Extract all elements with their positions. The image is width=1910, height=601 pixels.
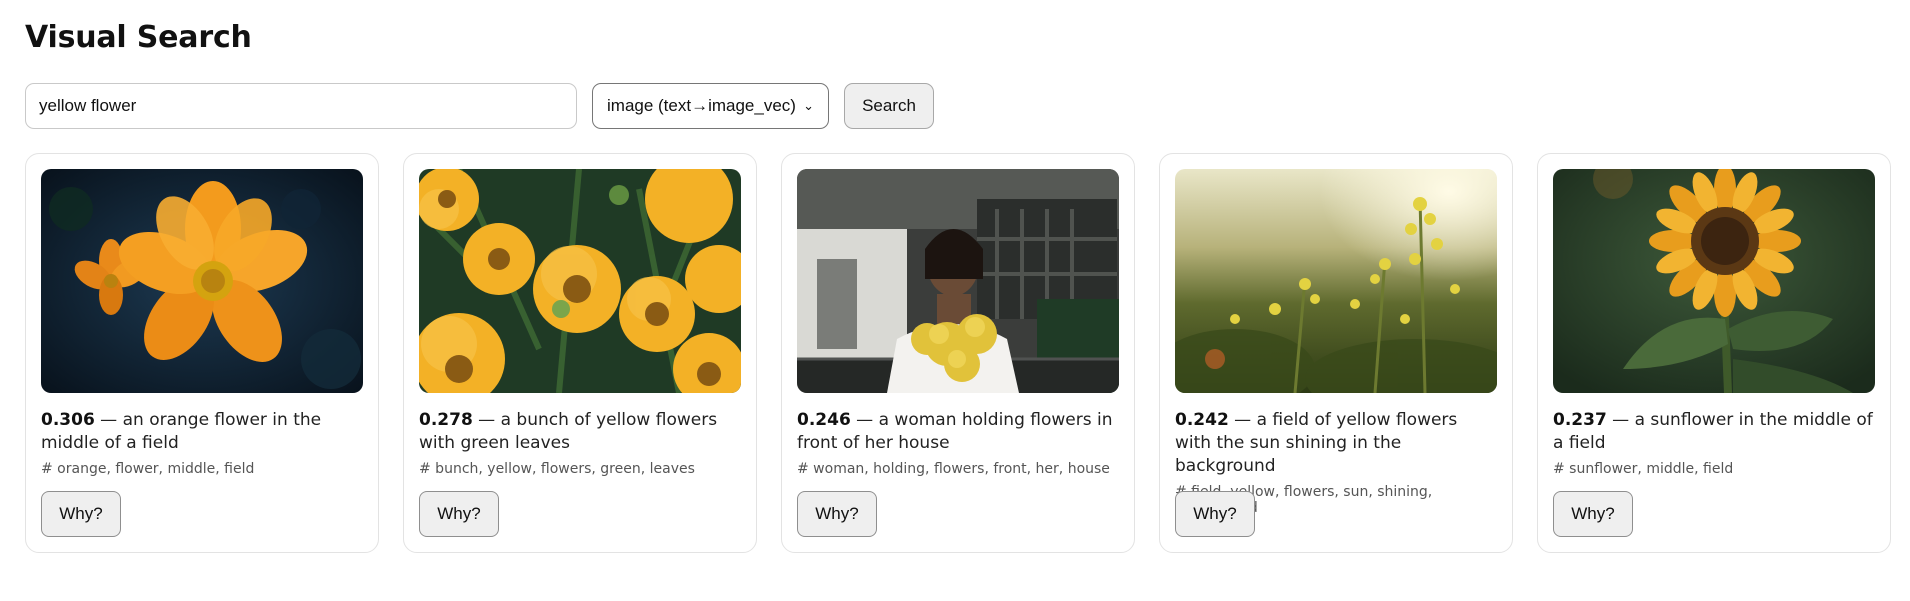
- result-tags: # sunflower, middle, field: [1553, 461, 1734, 477]
- sunflower-image[interactable]: [1553, 169, 1875, 393]
- results-grid: 0.306 — an orange flower in the middle o…: [25, 153, 1891, 553]
- result-tags: # bunch, yellow, flowers, green, leaves: [419, 461, 695, 477]
- caption-separator: —: [472, 410, 501, 430]
- result-card: 0.242 — a field of yellow flowers with t…: [1159, 153, 1513, 553]
- why-button[interactable]: Why?: [797, 491, 877, 537]
- result-score: 0.246: [797, 410, 851, 430]
- yellow-flowers-image[interactable]: [419, 169, 741, 393]
- result-score: 0.306: [41, 410, 95, 430]
- why-button[interactable]: Why?: [1175, 491, 1255, 537]
- search-bar: image (text→image_vec) ⌄ Search: [25, 83, 934, 129]
- why-button[interactable]: Why?: [1553, 491, 1633, 537]
- why-button[interactable]: Why?: [419, 491, 499, 537]
- result-caption: 0.278 — a bunch of yellow flowers with g…: [419, 409, 741, 455]
- mode-select[interactable]: image (text→image_vec) ⌄: [592, 83, 829, 129]
- orange-flower-image[interactable]: [41, 169, 363, 393]
- caption-separator: —: [1606, 410, 1635, 430]
- why-button[interactable]: Why?: [41, 491, 121, 537]
- search-button[interactable]: Search: [844, 83, 934, 129]
- caption-separator: —: [94, 410, 123, 430]
- result-caption: 0.306 — an orange flower in the middle o…: [41, 409, 363, 455]
- chevron-down-icon: ⌄: [803, 98, 814, 113]
- search-input[interactable]: [25, 83, 577, 129]
- result-score: 0.242: [1175, 410, 1229, 430]
- page-title: Visual Search: [25, 20, 252, 55]
- result-caption: 0.242 — a field of yellow flowers with t…: [1175, 409, 1497, 478]
- woman-flowers-image[interactable]: [797, 169, 1119, 393]
- field-sun-image[interactable]: [1175, 169, 1497, 393]
- result-tags: # woman, holding, flowers, front, her, h…: [797, 461, 1110, 477]
- result-score: 0.237: [1553, 410, 1607, 430]
- mode-select-value: image (text→image_vec): [607, 96, 796, 115]
- result-card: 0.278 — a bunch of yellow flowers with g…: [403, 153, 757, 553]
- result-card: 0.306 — an orange flower in the middle o…: [25, 153, 379, 553]
- result-card: 0.246 — a woman holding flowers in front…: [781, 153, 1135, 553]
- result-caption: 0.237 — a sunflower in the middle of a f…: [1553, 409, 1875, 455]
- result-card: 0.237 — a sunflower in the middle of a f…: [1537, 153, 1891, 553]
- result-tags: # orange, flower, middle, field: [41, 461, 255, 477]
- result-caption: 0.246 — a woman holding flowers in front…: [797, 409, 1119, 455]
- caption-separator: —: [1228, 410, 1257, 430]
- result-score: 0.278: [419, 410, 473, 430]
- caption-separator: —: [850, 410, 879, 430]
